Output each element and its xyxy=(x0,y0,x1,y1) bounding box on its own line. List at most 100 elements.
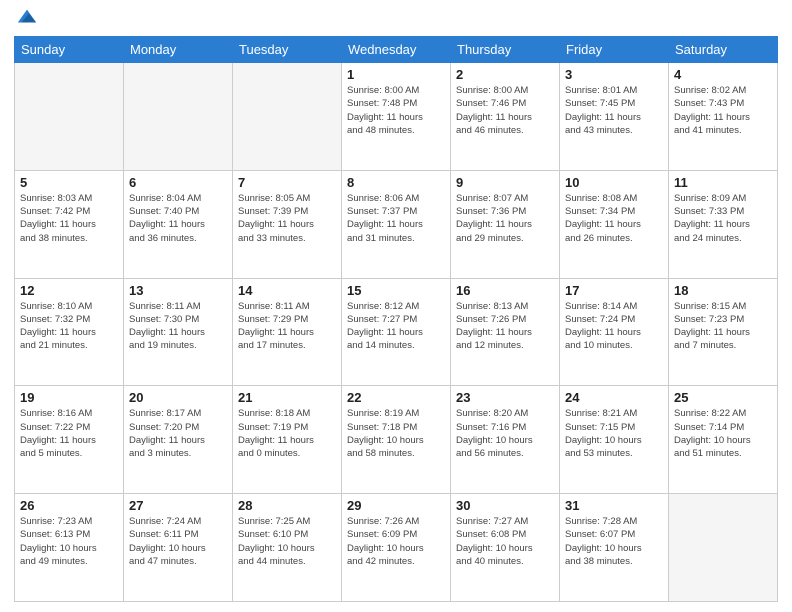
calendar-day-13: 13 Sunrise: 8:11 AM Sunset: 7:30 PM Dayli… xyxy=(124,278,233,386)
day-info: Sunrise: 8:11 AM Sunset: 7:30 PM Dayligh… xyxy=(129,300,227,353)
day-number: 31 xyxy=(565,498,663,513)
calendar-day-17: 17 Sunrise: 8:14 AM Sunset: 7:24 PM Dayli… xyxy=(560,278,669,386)
header xyxy=(14,10,778,28)
calendar-week-row: 5Sunrise: 8:03 AM Sunset: 7:42 PM Daylig… xyxy=(15,170,778,278)
calendar-day-30: 30 Sunrise: 7:27 AM Sunset: 6:08 PM Dayli… xyxy=(451,494,560,602)
day-info: Sunrise: 7:28 AM Sunset: 6:07 PM Dayligh… xyxy=(565,515,663,568)
day-number: 11 xyxy=(674,175,772,190)
weekday-header-row: SundayMondayTuesdayWednesdayThursdayFrid… xyxy=(15,37,778,63)
day-number: 5 xyxy=(20,175,118,190)
day-number: 3 xyxy=(565,67,663,82)
calendar-day-10: 10 Sunrise: 8:08 AM Sunset: 7:34 PM Dayli… xyxy=(560,170,669,278)
calendar-day-9: 9 Sunrise: 8:07 AM Sunset: 7:36 PM Daylig… xyxy=(451,170,560,278)
day-info: Sunrise: 8:14 AM Sunset: 7:24 PM Dayligh… xyxy=(565,300,663,353)
day-info: Sunrise: 7:27 AM Sunset: 6:08 PM Dayligh… xyxy=(456,515,554,568)
day-number: 16 xyxy=(456,283,554,298)
calendar-week-row: 12 Sunrise: 8:10 AM Sunset: 7:32 PM Dayli… xyxy=(15,278,778,386)
day-info: Sunrise: 8:12 AM Sunset: 7:27 PM Dayligh… xyxy=(347,300,445,353)
day-info: Sunrise: 8:05 AM Sunset: 7:39 PM Dayligh… xyxy=(238,192,336,245)
day-number: 20 xyxy=(129,390,227,405)
calendar-day-5: 5Sunrise: 8:03 AM Sunset: 7:42 PM Daylig… xyxy=(15,170,124,278)
day-info: Sunrise: 8:02 AM Sunset: 7:43 PM Dayligh… xyxy=(674,84,772,137)
day-number: 26 xyxy=(20,498,118,513)
day-info: Sunrise: 8:04 AM Sunset: 7:40 PM Dayligh… xyxy=(129,192,227,245)
day-info: Sunrise: 8:08 AM Sunset: 7:34 PM Dayligh… xyxy=(565,192,663,245)
day-info: Sunrise: 8:00 AM Sunset: 7:46 PM Dayligh… xyxy=(456,84,554,137)
calendar-week-row: 19 Sunrise: 8:16 AM Sunset: 7:22 PM Dayli… xyxy=(15,386,778,494)
calendar-day-25: 25 Sunrise: 8:22 AM Sunset: 7:14 PM Dayli… xyxy=(669,386,778,494)
day-info: Sunrise: 8:10 AM Sunset: 7:32 PM Dayligh… xyxy=(20,300,118,353)
calendar-day-31: 31 Sunrise: 7:28 AM Sunset: 6:07 PM Dayli… xyxy=(560,494,669,602)
calendar-day-29: 29 Sunrise: 7:26 AM Sunset: 6:09 PM Dayli… xyxy=(342,494,451,602)
weekday-header-saturday: Saturday xyxy=(669,37,778,63)
calendar-day-27: 27 Sunrise: 7:24 AM Sunset: 6:11 PM Dayli… xyxy=(124,494,233,602)
calendar-week-row: 26 Sunrise: 7:23 AM Sunset: 6:13 PM Dayli… xyxy=(15,494,778,602)
day-number: 2 xyxy=(456,67,554,82)
calendar-day-18: 18Sunrise: 8:15 AM Sunset: 7:23 PM Dayli… xyxy=(669,278,778,386)
calendar-day-1: 1 Sunrise: 8:00 AM Sunset: 7:48 PM Daylig… xyxy=(342,63,451,171)
day-info: Sunrise: 8:06 AM Sunset: 7:37 PM Dayligh… xyxy=(347,192,445,245)
calendar-day-11: 11 Sunrise: 8:09 AM Sunset: 7:33 PM Dayli… xyxy=(669,170,778,278)
calendar-day-28: 28 Sunrise: 7:25 AM Sunset: 6:10 PM Dayli… xyxy=(233,494,342,602)
weekday-header-tuesday: Tuesday xyxy=(233,37,342,63)
calendar-day-12: 12 Sunrise: 8:10 AM Sunset: 7:32 PM Dayli… xyxy=(15,278,124,386)
day-number: 21 xyxy=(238,390,336,405)
calendar-day-empty xyxy=(669,494,778,602)
day-number: 23 xyxy=(456,390,554,405)
calendar-day-24: 24 Sunrise: 8:21 AM Sunset: 7:15 PM Dayli… xyxy=(560,386,669,494)
day-number: 9 xyxy=(456,175,554,190)
day-number: 15 xyxy=(347,283,445,298)
day-info: Sunrise: 8:21 AM Sunset: 7:15 PM Dayligh… xyxy=(565,407,663,460)
calendar-day-4: 4 Sunrise: 8:02 AM Sunset: 7:43 PM Daylig… xyxy=(669,63,778,171)
day-number: 24 xyxy=(565,390,663,405)
calendar-day-2: 2 Sunrise: 8:00 AM Sunset: 7:46 PM Daylig… xyxy=(451,63,560,171)
weekday-header-friday: Friday xyxy=(560,37,669,63)
day-number: 28 xyxy=(238,498,336,513)
logo-text xyxy=(14,10,38,28)
calendar-day-15: 15 Sunrise: 8:12 AM Sunset: 7:27 PM Dayli… xyxy=(342,278,451,386)
day-info: Sunrise: 8:09 AM Sunset: 7:33 PM Dayligh… xyxy=(674,192,772,245)
day-number: 10 xyxy=(565,175,663,190)
day-info: Sunrise: 7:26 AM Sunset: 6:09 PM Dayligh… xyxy=(347,515,445,568)
weekday-header-wednesday: Wednesday xyxy=(342,37,451,63)
calendar-day-23: 23 Sunrise: 8:20 AM Sunset: 7:16 PM Dayli… xyxy=(451,386,560,494)
day-info: Sunrise: 8:22 AM Sunset: 7:14 PM Dayligh… xyxy=(674,407,772,460)
day-number: 1 xyxy=(347,67,445,82)
day-number: 19 xyxy=(20,390,118,405)
day-number: 17 xyxy=(565,283,663,298)
day-info: Sunrise: 8:01 AM Sunset: 7:45 PM Dayligh… xyxy=(565,84,663,137)
day-info: Sunrise: 7:25 AM Sunset: 6:10 PM Dayligh… xyxy=(238,515,336,568)
logo-icon xyxy=(16,6,38,28)
calendar-day-26: 26 Sunrise: 7:23 AM Sunset: 6:13 PM Dayli… xyxy=(15,494,124,602)
page: SundayMondayTuesdayWednesdayThursdayFrid… xyxy=(0,0,792,612)
day-number: 13 xyxy=(129,283,227,298)
day-info: Sunrise: 7:23 AM Sunset: 6:13 PM Dayligh… xyxy=(20,515,118,568)
calendar-day-19: 19 Sunrise: 8:16 AM Sunset: 7:22 PM Dayli… xyxy=(15,386,124,494)
day-info: Sunrise: 8:16 AM Sunset: 7:22 PM Dayligh… xyxy=(20,407,118,460)
calendar-day-22: 22Sunrise: 8:19 AM Sunset: 7:18 PM Dayli… xyxy=(342,386,451,494)
day-number: 7 xyxy=(238,175,336,190)
day-number: 29 xyxy=(347,498,445,513)
calendar-day-20: 20Sunrise: 8:17 AM Sunset: 7:20 PM Dayli… xyxy=(124,386,233,494)
day-info: Sunrise: 8:13 AM Sunset: 7:26 PM Dayligh… xyxy=(456,300,554,353)
calendar-week-row: 1 Sunrise: 8:00 AM Sunset: 7:48 PM Daylig… xyxy=(15,63,778,171)
calendar-day-6: 6Sunrise: 8:04 AM Sunset: 7:40 PM Daylig… xyxy=(124,170,233,278)
day-number: 12 xyxy=(20,283,118,298)
calendar-day-empty xyxy=(233,63,342,171)
weekday-header-monday: Monday xyxy=(124,37,233,63)
logo xyxy=(14,10,38,28)
day-info: Sunrise: 8:07 AM Sunset: 7:36 PM Dayligh… xyxy=(456,192,554,245)
day-number: 8 xyxy=(347,175,445,190)
day-info: Sunrise: 8:00 AM Sunset: 7:48 PM Dayligh… xyxy=(347,84,445,137)
weekday-header-thursday: Thursday xyxy=(451,37,560,63)
day-number: 30 xyxy=(456,498,554,513)
day-number: 4 xyxy=(674,67,772,82)
day-number: 27 xyxy=(129,498,227,513)
day-info: Sunrise: 8:11 AM Sunset: 7:29 PM Dayligh… xyxy=(238,300,336,353)
day-number: 25 xyxy=(674,390,772,405)
calendar-table: SundayMondayTuesdayWednesdayThursdayFrid… xyxy=(14,36,778,602)
day-info: Sunrise: 7:24 AM Sunset: 6:11 PM Dayligh… xyxy=(129,515,227,568)
day-info: Sunrise: 8:20 AM Sunset: 7:16 PM Dayligh… xyxy=(456,407,554,460)
calendar-day-14: 14Sunrise: 8:11 AM Sunset: 7:29 PM Dayli… xyxy=(233,278,342,386)
calendar-day-8: 8 Sunrise: 8:06 AM Sunset: 7:37 PM Daylig… xyxy=(342,170,451,278)
